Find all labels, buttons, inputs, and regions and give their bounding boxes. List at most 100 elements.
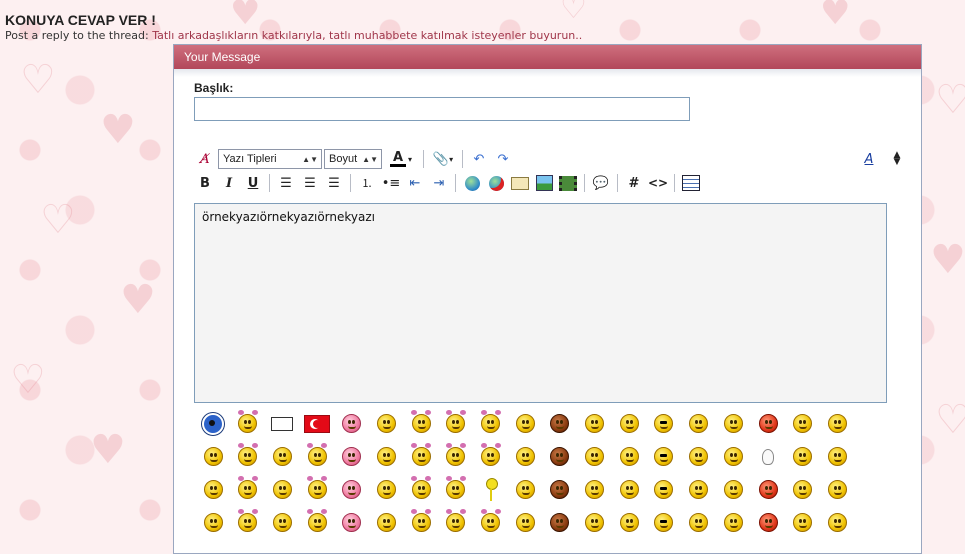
smiley-button[interactable] [647,473,681,506]
smiley-button[interactable] [682,440,716,473]
smiley-button[interactable] [404,473,438,506]
smiley-button[interactable] [820,506,854,539]
smiley-button[interactable] [335,506,369,539]
smiley-button[interactable] [439,440,473,473]
smiley-button[interactable] [439,473,473,506]
align-left-button[interactable]: ☰ [275,173,297,193]
smiley-button[interactable] [474,506,508,539]
smiley-button[interactable] [369,473,403,506]
smiley-button[interactable] [578,407,612,440]
smiley-button[interactable] [231,407,265,440]
smiley-button[interactable] [786,506,820,539]
smiley-button[interactable] [300,506,334,539]
smiley-button[interactable] [612,506,646,539]
quote-button[interactable]: 💬 [590,173,612,193]
smiley-button[interactable] [751,440,785,473]
smiley-button[interactable] [508,440,542,473]
smiley-button[interactable] [682,407,716,440]
insert-table-button[interactable] [680,173,702,193]
smiley-button[interactable] [300,473,334,506]
ordered-list-button[interactable]: ⒈ [356,173,378,193]
smiley-button[interactable] [578,473,612,506]
font-family-select[interactable]: Yazı Tipleri ▲▼ [218,149,322,169]
smiley-button[interactable] [508,506,542,539]
smiley-button[interactable] [231,440,265,473]
smiley-button[interactable] [647,407,681,440]
smiley-button[interactable] [369,407,403,440]
smiley-button[interactable] [751,506,785,539]
smiley-button[interactable] [439,407,473,440]
attach-button[interactable]: 📎 ▾ [429,149,457,169]
smiley-button[interactable] [578,506,612,539]
smiley-button[interactable] [335,407,369,440]
smiley-button[interactable] [335,473,369,506]
smiley-button[interactable] [820,440,854,473]
smiley-button[interactable] [716,440,750,473]
smiley-button[interactable] [647,506,681,539]
smiley-button[interactable] [300,440,334,473]
smiley-button[interactable] [543,473,577,506]
smiley-button[interactable] [474,407,508,440]
smiley-button[interactable] [508,473,542,506]
smiley-button[interactable] [474,440,508,473]
smiley-button[interactable] [231,473,265,506]
indent-button[interactable]: ⇥ [428,173,450,193]
smiley-button[interactable] [716,407,750,440]
smiley-button[interactable] [647,440,681,473]
undo-button[interactable]: ↶ [468,149,490,169]
title-input[interactable] [194,97,690,121]
smiley-button[interactable] [786,407,820,440]
smiley-button[interactable] [508,407,542,440]
smiley-button[interactable] [404,506,438,539]
font-size-select[interactable]: Boyut ▲▼ [324,149,382,169]
redo-button[interactable]: ↷ [492,149,514,169]
smiley-button[interactable] [612,440,646,473]
smiley-button[interactable] [716,506,750,539]
smiley-button[interactable] [612,407,646,440]
outdent-button[interactable]: ⇤ [404,173,426,193]
smiley-button[interactable] [369,440,403,473]
smiley-button[interactable] [716,473,750,506]
smiley-button[interactable] [439,506,473,539]
insert-email-button[interactable] [509,173,531,193]
remove-format-button[interactable]: A̸ [194,149,216,169]
smiley-button[interactable] [196,440,230,473]
smiley-button[interactable] [474,473,508,506]
smiley-button[interactable] [820,473,854,506]
smiley-button[interactable] [265,473,299,506]
smiley-button[interactable] [751,407,785,440]
smiley-button[interactable] [265,440,299,473]
smiley-button[interactable] [751,473,785,506]
smiley-button[interactable] [786,473,820,506]
insert-image-button[interactable] [533,173,555,193]
smiley-button[interactable] [369,506,403,539]
insert-video-button[interactable] [557,173,579,193]
smiley-button[interactable] [612,473,646,506]
switch-editor-mode-button[interactable]: A [858,149,880,169]
bold-button[interactable]: B [194,173,216,193]
remove-link-button[interactable] [485,173,507,193]
smiley-button[interactable] [786,440,820,473]
smiley-button[interactable] [682,473,716,506]
smiley-button[interactable] [404,407,438,440]
smiley-button[interactable] [404,440,438,473]
resize-editor-button[interactable]: ▲ ▼ [886,149,908,169]
wrap-code-button[interactable]: # [623,173,645,193]
smiley-button[interactable] [196,506,230,539]
smiley-button[interactable] [820,407,854,440]
smiley-button[interactable] [335,440,369,473]
insert-link-button[interactable] [461,173,483,193]
underline-button[interactable]: U [242,173,264,193]
italic-button[interactable]: I [218,173,240,193]
unordered-list-button[interactable]: •≡ [380,173,402,193]
smiley-button[interactable] [265,407,299,440]
smiley-button[interactable] [578,440,612,473]
message-editor[interactable]: örnekyazıörnekyazıörnekyazı [194,203,887,403]
smiley-button[interactable] [196,407,230,440]
wrap-html-button[interactable]: <> [647,173,669,193]
align-right-button[interactable]: ☰ [323,173,345,193]
smiley-button[interactable] [265,506,299,539]
smiley-button[interactable] [543,506,577,539]
smiley-button[interactable] [682,506,716,539]
smiley-button[interactable] [543,407,577,440]
